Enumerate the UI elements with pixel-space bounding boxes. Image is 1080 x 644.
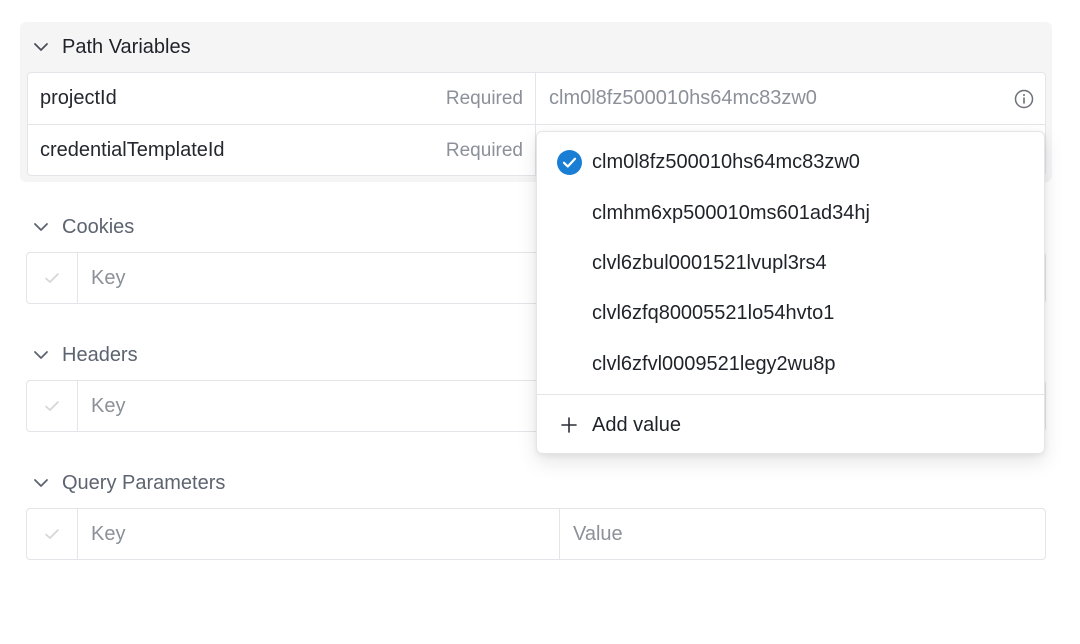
- check-icon: [45, 401, 59, 411]
- required-label: Required: [445, 139, 523, 161]
- param-value: clm0l8fz500010hs64mc83zw0: [549, 87, 817, 109]
- dropdown-option[interactable]: clvl6zfq80005521lo54hvto1: [537, 288, 1044, 338]
- dropdown-option[interactable]: clvl6zfvl0009521legy2wu8p: [537, 339, 1044, 389]
- dropdown-option[interactable]: clvl6zbul0001521lvupl3rs4: [537, 238, 1044, 288]
- divider: [537, 394, 1044, 395]
- value-dropdown: clm0l8fz500010hs64mc83zw0 clmhm6xp500010…: [536, 131, 1045, 454]
- section-title: Headers: [62, 343, 138, 366]
- value-input[interactable]: Value: [560, 509, 1045, 559]
- check-icon: [45, 273, 59, 283]
- query-parameters-row: Key Value: [26, 508, 1046, 560]
- option-label: clmhm6xp500010ms601ad34hj: [592, 201, 870, 224]
- section-title: Cookies: [62, 215, 135, 238]
- chevron-down-icon: [34, 43, 48, 51]
- row-checkbox[interactable]: [27, 509, 78, 559]
- param-value-field[interactable]: clm0l8fz500010hs64mc83zw0: [535, 73, 1045, 124]
- chevron-down-icon: [34, 351, 48, 359]
- required-label: Required: [445, 87, 523, 109]
- option-label: clm0l8fz500010hs64mc83zw0: [592, 150, 860, 173]
- info-icon[interactable]: [1013, 88, 1035, 110]
- key-input[interactable]: Key: [78, 253, 560, 303]
- add-value-label: Add value: [592, 413, 681, 436]
- path-variables-header[interactable]: Path Variables: [22, 22, 1052, 72]
- option-label: clvl6zfq80005521lo54hvto1: [592, 301, 835, 324]
- chevron-down-icon: [34, 223, 48, 231]
- key-input[interactable]: Key: [78, 509, 560, 559]
- row-checkbox[interactable]: [27, 253, 78, 303]
- key-input[interactable]: Key: [78, 381, 560, 431]
- param-name: projectId: [40, 87, 117, 109]
- table-row: projectId Required clm0l8fz500010hs64mc8…: [28, 73, 1045, 124]
- dropdown-option-selected[interactable]: clm0l8fz500010hs64mc83zw0: [537, 137, 1044, 187]
- query-parameters-header[interactable]: Query Parameters: [22, 458, 1052, 508]
- section-title: Path Variables: [62, 35, 191, 58]
- plus-icon: [561, 417, 577, 433]
- option-label: clvl6zfvl0009521legy2wu8p: [592, 352, 836, 375]
- check-icon: [45, 529, 59, 539]
- chevron-down-icon: [34, 479, 48, 487]
- section-title: Query Parameters: [62, 471, 226, 494]
- add-value-button[interactable]: Add value: [537, 400, 1044, 450]
- row-checkbox[interactable]: [27, 381, 78, 431]
- param-name: credentialTemplateId: [40, 139, 225, 161]
- checkmark-circle-icon: [557, 149, 582, 175]
- option-label: clvl6zbul0001521lvupl3rs4: [592, 251, 827, 274]
- dropdown-option[interactable]: clmhm6xp500010ms601ad34hj: [537, 188, 1044, 238]
